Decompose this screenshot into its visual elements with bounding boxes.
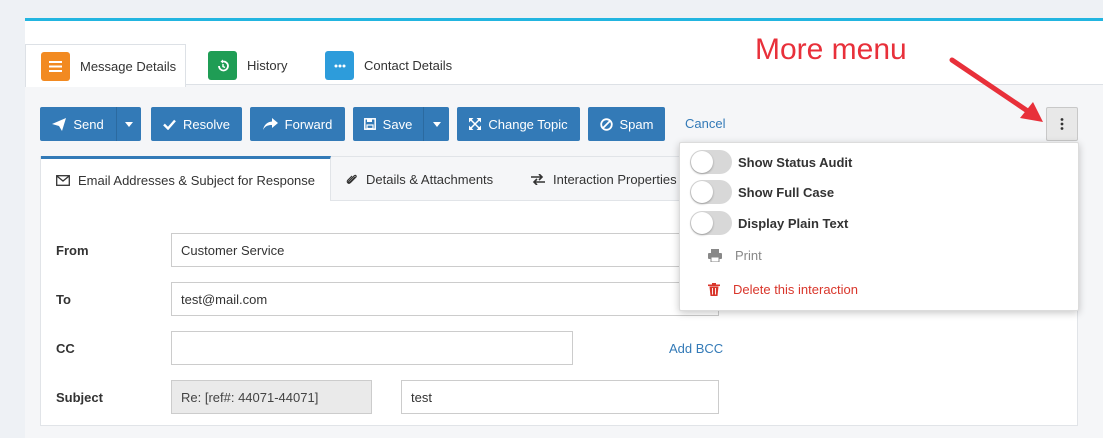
expand-arrows-icon: [469, 118, 482, 130]
display-plain-text-label: Display Plain Text: [738, 215, 849, 231]
check-icon: [163, 119, 176, 130]
show-full-case-toggle[interactable]: [690, 180, 732, 204]
subject-label: Subject: [56, 390, 103, 405]
tab-label: Contact Details: [364, 58, 453, 73]
spam-label: Spam: [619, 116, 654, 132]
display-plain-text-toggle-row[interactable]: Display Plain Text: [690, 211, 848, 235]
ellipsis-icon: [325, 51, 354, 80]
change-topic-button[interactable]: Change Topic: [457, 107, 580, 141]
envelope-icon: [56, 174, 70, 186]
save-button[interactable]: Save: [353, 107, 423, 141]
paper-plane-icon: [52, 117, 67, 131]
share-icon: [262, 118, 278, 130]
change-topic-label: Change Topic: [488, 116, 568, 132]
printer-icon: [708, 249, 722, 262]
send-button[interactable]: Send: [40, 107, 116, 141]
annotation-arrow: [949, 57, 1043, 122]
resolve-label: Resolve: [183, 116, 230, 132]
list-icon: [41, 51, 70, 81]
from-field[interactable]: Customer Service: [171, 233, 719, 267]
tab-history[interactable]: History: [193, 44, 303, 87]
display-plain-text-toggle[interactable]: [690, 211, 732, 235]
cancel-link[interactable]: Cancel: [685, 116, 725, 131]
exchange-icon: [531, 173, 545, 185]
subtab-label: Details & Attachments: [366, 171, 494, 187]
trash-icon: [708, 283, 720, 296]
more-menu-button[interactable]: [1046, 107, 1078, 141]
more-menu-annotation: More menu: [755, 33, 907, 66]
show-full-case-toggle-row[interactable]: Show Full Case: [690, 180, 834, 204]
resolve-button[interactable]: Resolve: [151, 107, 242, 141]
paperclip-icon: [346, 174, 357, 184]
save-dropdown-button[interactable]: [423, 107, 449, 141]
chevron-down-icon: [432, 121, 441, 127]
subtab-email-addresses[interactable]: Email Addresses & Subject for Response: [41, 156, 332, 201]
cc-field[interactable]: [171, 331, 573, 365]
show-status-audit-toggle-row[interactable]: Show Status Audit: [690, 150, 852, 174]
send-dropdown-button[interactable]: [116, 107, 141, 141]
add-bcc-link[interactable]: Add BCC: [669, 341, 723, 356]
forward-button[interactable]: Forward: [250, 107, 345, 141]
subject-field[interactable]: test: [401, 380, 719, 414]
tab-label: History: [247, 58, 288, 73]
from-label: From: [56, 243, 89, 258]
subtab-details-attachments[interactable]: Details & Attachments: [331, 157, 508, 201]
send-label: Send: [73, 116, 104, 132]
subtab-label: Email Addresses & Subject for Response: [78, 172, 316, 188]
save-label: Save: [382, 116, 413, 132]
subtab-label: Interaction Properties: [553, 171, 677, 187]
cc-label: CC: [56, 341, 75, 356]
subject-prefix-field: Re: [ref#: 44071-44071]: [171, 380, 372, 414]
show-full-case-label: Show Full Case: [738, 184, 835, 200]
spam-button[interactable]: Spam: [588, 107, 665, 141]
history-icon: [208, 51, 237, 80]
to-field[interactable]: test@mail.com: [171, 282, 719, 316]
tab-message-details[interactable]: Message Details: [25, 44, 186, 87]
delete-label: Delete this interaction: [733, 282, 859, 297]
show-status-audit-toggle[interactable]: [690, 150, 732, 174]
chevron-down-icon: [125, 121, 133, 127]
vertical-ellipsis-icon: [1060, 118, 1064, 130]
tab-contact-details[interactable]: Contact Details: [310, 44, 470, 87]
show-status-audit-label: Show Status Audit: [738, 154, 853, 170]
print-label: Print: [735, 248, 762, 263]
to-label: To: [56, 292, 71, 307]
delete-interaction-menu-item[interactable]: Delete this interaction: [708, 282, 858, 297]
ban-icon: [599, 117, 613, 131]
print-menu-item[interactable]: Print: [708, 248, 762, 263]
tab-label: Message Details: [80, 58, 177, 74]
more-menu-dropdown: Show Status Audit Show Full Case Display…: [679, 142, 1079, 311]
floppy-disk-icon: [363, 118, 376, 130]
subtab-interaction-properties[interactable]: Interaction Properties: [516, 157, 692, 201]
forward-label: Forward: [284, 116, 333, 132]
